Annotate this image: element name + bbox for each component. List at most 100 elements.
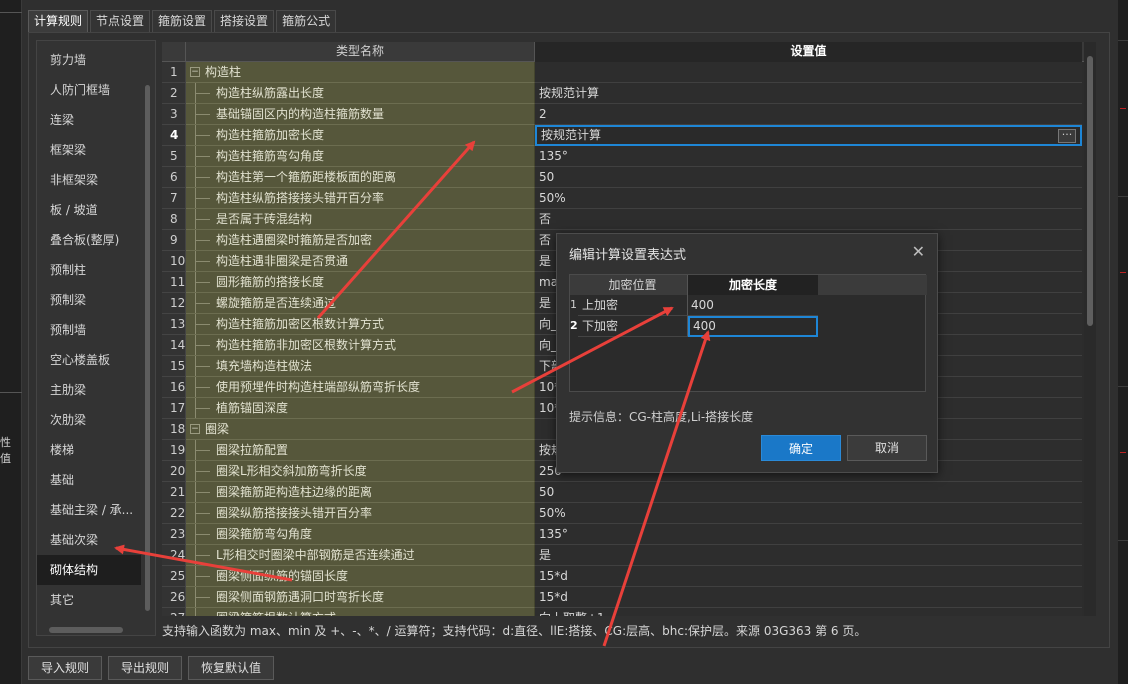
- sidebar-item[interactable]: 连梁: [37, 105, 141, 135]
- sidebar-item[interactable]: 空心楼盖板: [37, 345, 141, 375]
- rule-value[interactable]: 否: [535, 209, 1082, 230]
- table-row[interactable]: 2 下加密 400: [570, 316, 927, 337]
- sidebar-item[interactable]: 预制梁: [37, 285, 141, 315]
- table-row[interactable]: 1− 构造柱: [162, 62, 1096, 83]
- table-row[interactable]: 22 圈梁纵筋搭接接头错开百分率 50%: [162, 503, 1096, 524]
- tab-calc-rules[interactable]: 计算规则: [28, 10, 89, 32]
- tab-stirrup-formula[interactable]: 箍筋公式: [276, 10, 337, 32]
- rule-name: 圈梁箍筋根数计算方式: [186, 608, 535, 616]
- rule-value[interactable]: 15*d: [535, 587, 1082, 608]
- sidebar-item[interactable]: 基础主梁 / 承...: [37, 495, 141, 525]
- restore-defaults-button[interactable]: 恢复默认值: [188, 656, 275, 680]
- table-row[interactable]: 26 圈梁侧面钢筋遇洞口时弯折长度 15*d: [162, 587, 1096, 608]
- densify-length-cell[interactable]: 400: [688, 295, 818, 316]
- table-row[interactable]: 3 基础锚固区内的构造柱箍筋数量 2: [162, 104, 1096, 125]
- table-row[interactable]: 1 上加密 400: [570, 295, 927, 316]
- row-number: 17: [162, 398, 186, 419]
- collapse-icon[interactable]: −: [190, 424, 200, 434]
- rule-name-text: 构造柱箍筋非加密区根数计算方式: [216, 338, 397, 352]
- list-scrollbar[interactable]: [145, 85, 150, 611]
- densify-position-cell[interactable]: 下加密: [578, 316, 688, 337]
- header-setting-value[interactable]: 设置值: [535, 42, 1082, 62]
- strip-mark: [0, 12, 22, 13]
- sidebar-item[interactable]: 主肋梁: [37, 375, 141, 405]
- table-row[interactable]: 27 圈梁箍筋根数计算方式 向上取整+1: [162, 608, 1096, 616]
- rule-value[interactable]: 135°: [535, 146, 1082, 167]
- rule-name: 构造柱箍筋加密区根数计算方式: [186, 314, 535, 335]
- table-row[interactable]: 23 圈梁箍筋弯勾角度 135°: [162, 524, 1096, 545]
- collapse-icon[interactable]: −: [190, 67, 200, 77]
- close-icon[interactable]: ✕: [912, 242, 925, 261]
- rule-name: 圈梁箍筋距构造柱边缘的距离: [186, 482, 535, 503]
- strip-mark: [1120, 272, 1126, 273]
- sidebar-item[interactable]: 预制墙: [37, 315, 141, 345]
- rule-value-text: 50: [539, 170, 555, 184]
- sidebar-item[interactable]: 非框架梁: [37, 165, 141, 195]
- densify-position-cell[interactable]: 上加密: [578, 295, 688, 316]
- sidebar-item[interactable]: 其它: [37, 585, 141, 615]
- table-row[interactable]: 21 圈梁箍筋距构造柱边缘的距离 50: [162, 482, 1096, 503]
- rule-value[interactable]: 50%: [535, 503, 1082, 524]
- rule-value[interactable]: [535, 62, 1082, 83]
- sidebar-item[interactable]: 砌体结构: [37, 555, 141, 585]
- group-name: − 圈梁: [186, 419, 535, 440]
- row-number: 5: [162, 146, 186, 167]
- table-row[interactable]: 7 构造柱纵筋搭接接头错开百分率 50%: [162, 188, 1096, 209]
- strip-mark: [1120, 108, 1126, 109]
- grid-scrollbar[interactable]: [1087, 56, 1093, 326]
- list-hscrollbar[interactable]: [49, 627, 123, 633]
- rule-name: 植筋锚固深度: [186, 398, 535, 419]
- header-densify-length: 加密长度: [688, 275, 818, 295]
- sidebar-item[interactable]: 基础: [37, 465, 141, 495]
- tab-stirrup-settings[interactable]: 箍筋设置: [152, 10, 213, 32]
- tab-node-settings[interactable]: 节点设置: [90, 10, 151, 32]
- rule-value[interactable]: 135°: [535, 524, 1082, 545]
- table-row[interactable]: 4 构造柱箍筋加密长度 按规范计算 ···: [162, 125, 1096, 146]
- densify-length-cell[interactable]: 400: [688, 316, 818, 337]
- rule-name: 填充墙构造柱做法: [186, 356, 535, 377]
- sidebar-item[interactable]: 框架梁: [37, 135, 141, 165]
- import-rules-button[interactable]: 导入规则: [28, 656, 103, 680]
- rule-value[interactable]: 按规范计算: [535, 83, 1082, 104]
- header-densify-position: 加密位置: [578, 275, 688, 295]
- rule-value-text: 15*d: [539, 569, 568, 583]
- sidebar-item[interactable]: 板 / 坡道: [37, 195, 141, 225]
- table-row[interactable]: 6 构造柱第一个箍筋距楼板面的距离 50: [162, 167, 1096, 188]
- sidebar-item[interactable]: 剪力墙: [37, 45, 141, 75]
- row-number: 24: [162, 545, 186, 566]
- densify-table: 加密位置 加密长度 1 上加密 400 2 下加密 400: [569, 274, 927, 392]
- rule-name-text: 构造柱纵筋搭接接头错开百分率: [216, 191, 385, 205]
- table-row[interactable]: 2 构造柱纵筋露出长度 按规范计算: [162, 83, 1096, 104]
- rule-value[interactable]: 向上取整+1: [535, 608, 1082, 616]
- ellipsis-icon[interactable]: ···: [1058, 129, 1076, 143]
- export-rules-button[interactable]: 导出规则: [108, 656, 183, 680]
- rule-value[interactable]: 50: [535, 167, 1082, 188]
- sidebar-item[interactable]: 预制柱: [37, 255, 141, 285]
- rule-value[interactable]: 50: [535, 482, 1082, 503]
- cancel-button[interactable]: 取消: [847, 435, 927, 461]
- rule-name-text: 构造柱遇非圈梁是否贯通: [216, 254, 349, 268]
- value-editor[interactable]: 按规范计算 ···: [535, 125, 1082, 146]
- sidebar-item[interactable]: 楼梯: [37, 435, 141, 465]
- rule-value[interactable]: 50%: [535, 188, 1082, 209]
- table-row[interactable]: 25 圈梁侧面纵筋的锚固长度 15*d: [162, 566, 1096, 587]
- rule-value-text: 2: [539, 107, 547, 121]
- rule-value[interactable]: 是: [535, 545, 1082, 566]
- sidebar-item[interactable]: 基础次梁: [37, 525, 141, 555]
- rule-value[interactable]: 15*d: [535, 566, 1082, 587]
- table-row[interactable]: 8 是否属于砖混结构 否: [162, 209, 1096, 230]
- rule-name: 是否属于砖混结构: [186, 209, 535, 230]
- sidebar-item[interactable]: 叠合板(整厚): [37, 225, 141, 255]
- table-row[interactable]: 5 构造柱箍筋弯勾角度 135°: [162, 146, 1096, 167]
- ok-button[interactable]: 确定: [761, 435, 841, 461]
- table-row[interactable]: 24 L形相交时圈梁中部钢筋是否连续通过 是: [162, 545, 1096, 566]
- row-number: 25: [162, 566, 186, 587]
- rule-value-text: 按规范计算: [541, 128, 602, 142]
- header-type-name[interactable]: 类型名称: [186, 42, 535, 62]
- sidebar-item[interactable]: 次肋梁: [37, 405, 141, 435]
- sidebar-item[interactable]: 人防门框墙: [37, 75, 141, 105]
- strip-mark: [1118, 40, 1128, 41]
- tab-lap-settings[interactable]: 搭接设置: [214, 10, 275, 32]
- rule-name-text: 基础锚固区内的构造柱箍筋数量: [216, 107, 385, 121]
- rule-value[interactable]: 2: [535, 104, 1082, 125]
